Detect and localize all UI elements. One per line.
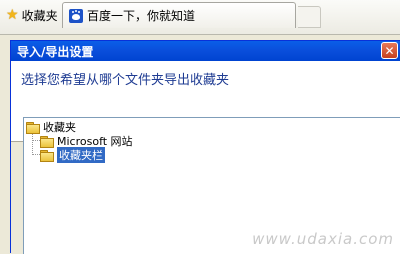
tree-item-microsoft-sites[interactable]: Microsoft 网站 — [40, 134, 133, 148]
import-export-dialog: 导入/导出设置 ✕ 选择您希望从哪个文件夹导出收藏夹 收藏夹 Microsoft… — [10, 40, 400, 254]
folder-icon — [40, 135, 54, 148]
dialog-title: 导入/导出设置 — [17, 44, 94, 59]
browser-toolbar: ★ 收藏夹 百度一下，你就知道 — [0, 0, 400, 35]
close-icon: ✕ — [384, 43, 395, 58]
dialog-titlebar[interactable]: 导入/导出设置 ✕ — [11, 41, 400, 61]
tree-connector — [32, 132, 33, 155]
tree-item-favorites-bar[interactable]: 收藏夹栏 — [40, 147, 105, 163]
baidu-paw-icon — [69, 8, 83, 23]
dialog-heading: 选择您希望从哪个文件夹导出收藏夹 — [21, 73, 230, 88]
tree-item-label-selected: 收藏夹栏 — [57, 147, 105, 163]
tree-connector — [32, 154, 40, 155]
favorites-button[interactable]: ★ 收藏夹 — [2, 4, 62, 26]
favorites-label: 收藏夹 — [21, 8, 58, 23]
tab-title: 百度一下，你就知道 — [87, 9, 196, 23]
folder-icon — [40, 149, 54, 162]
tree-connector — [32, 140, 40, 141]
watermark: www.udaxia.com — [252, 230, 394, 248]
folder-icon — [26, 121, 40, 134]
new-tab-button[interactable] — [298, 6, 321, 28]
close-button[interactable]: ✕ — [381, 42, 398, 59]
browser-tab[interactable]: 百度一下，你就知道 — [62, 2, 296, 28]
tree-item-favorites-root[interactable]: 收藏夹 — [26, 120, 76, 134]
star-icon: ★ — [6, 7, 19, 23]
